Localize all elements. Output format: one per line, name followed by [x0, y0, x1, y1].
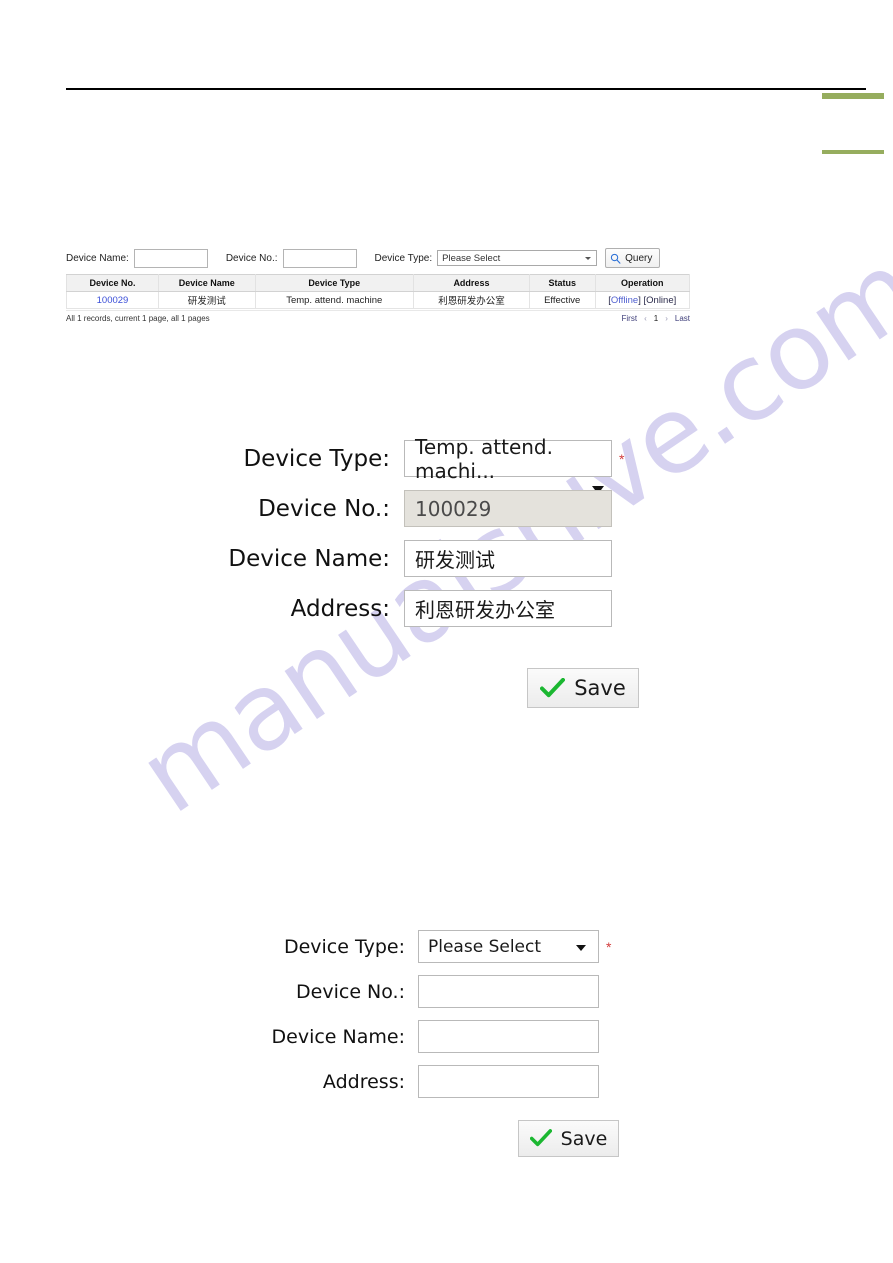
- pagination-page-1[interactable]: 1: [654, 314, 658, 323]
- edit-row-device-type: Device Type: Temp. attend. machi... *: [0, 435, 893, 483]
- pagination-summary: All 1 records, current 1 page, all 1 pag…: [66, 314, 210, 323]
- online-link[interactable]: Online: [646, 295, 673, 306]
- edit-device-type-select[interactable]: Temp. attend. machi...: [404, 435, 612, 483]
- pagination-controls: First ‹ 1 › Last: [622, 314, 690, 323]
- filter-device-name-label: Device Name:: [66, 252, 129, 264]
- new-address-input[interactable]: [418, 1065, 599, 1098]
- new-row-device-type: Device Type: Please Select *: [0, 930, 893, 963]
- accent-bar-top: [822, 93, 884, 99]
- accent-bar-bottom: [822, 150, 884, 154]
- edit-label-device-no: Device No.:: [258, 495, 390, 522]
- check-icon: [529, 1129, 552, 1148]
- edit-save-button[interactable]: Save: [527, 668, 639, 708]
- filter-device-no-input[interactable]: [282, 248, 357, 268]
- edit-save-label: Save: [574, 676, 626, 700]
- column-header-device-name: Device Name: [157, 274, 256, 292]
- edit-address-input[interactable]: 利恩研发办公室: [404, 590, 612, 627]
- new-label-device-type: Device Type:: [283, 935, 405, 958]
- chevron-down-icon: [585, 257, 592, 260]
- search-icon: [610, 253, 621, 264]
- new-label-address: Address:: [322, 1070, 405, 1093]
- new-device-type-select[interactable]: Please Select: [418, 930, 599, 963]
- column-header-device-no: Device No.: [66, 274, 159, 292]
- edit-label-device-name: Device Name:: [228, 545, 390, 572]
- column-header-operation: Operation: [594, 274, 691, 292]
- table-header-row: Device No. Device Name Device Type Addre…: [66, 274, 691, 292]
- pagination-last[interactable]: Last: [675, 314, 690, 323]
- cell-address: 利恩研发办公室: [413, 291, 530, 309]
- filter-device-type-value: Please Select: [442, 253, 501, 264]
- edit-label-device-type: Device Type:: [243, 445, 390, 472]
- cell-device-no: 100029: [66, 291, 159, 309]
- edit-device-no-input: 100029: [404, 490, 612, 527]
- edit-device-name-input[interactable]: 研发测试: [404, 540, 612, 577]
- cell-device-name: 研发测试: [157, 291, 256, 309]
- column-header-device-type: Device Type: [254, 274, 415, 292]
- edit-address-value: 利恩研发办公室: [415, 598, 555, 622]
- pagination-first[interactable]: First: [622, 314, 638, 323]
- new-device-name-input[interactable]: [418, 1020, 599, 1053]
- cell-status: Effective: [528, 291, 596, 309]
- header-rule: [66, 88, 866, 90]
- device-table: Device No. Device Name Device Type Addre…: [66, 274, 691, 309]
- required-asterisk-device-type: *: [619, 450, 625, 467]
- edit-device-no-value: 100029: [415, 496, 492, 521]
- new-save-label: Save: [560, 1127, 608, 1150]
- device-list-screen: Device Name: Device No.: Device Type: Pl…: [66, 246, 691, 323]
- column-header-status: Status: [528, 274, 596, 292]
- cell-device-type: Temp. attend. machine: [254, 291, 415, 309]
- new-label-device-no: Device No.:: [296, 980, 405, 1003]
- chevron-down-icon: [576, 945, 586, 951]
- new-device-no-input[interactable]: [418, 975, 599, 1008]
- filter-device-no-label: Device No.:: [225, 252, 278, 264]
- pagination-next[interactable]: ›: [665, 314, 668, 323]
- edit-device-type-value: Temp. attend. machi...: [415, 434, 553, 483]
- bracket-close-online: ]: [673, 294, 677, 306]
- filter-device-name-input[interactable]: [133, 248, 208, 268]
- edit-row-device-no: Device No.: 100029: [0, 490, 893, 527]
- query-button-label: Query: [625, 252, 653, 264]
- edit-row-address: Address: 利恩研发办公室: [0, 590, 893, 627]
- offline-link[interactable]: Offline: [611, 295, 638, 306]
- filter-bar: Device Name: Device No.: Device Type: Pl…: [66, 246, 690, 270]
- table-row: 100029 研发测试 Temp. attend. machine 利恩研发办公…: [66, 291, 691, 309]
- new-device-type-value: Please Select: [428, 936, 542, 957]
- new-save-button[interactable]: Save: [518, 1120, 619, 1157]
- edit-device-name-value: 研发测试: [415, 548, 495, 572]
- pagination-prev[interactable]: ‹: [644, 314, 647, 323]
- device-new-form: Device Type: Please Select * Device No.:…: [0, 930, 893, 1157]
- new-row-address: Address:: [0, 1065, 893, 1098]
- pagination-bar: All 1 records, current 1 page, all 1 pag…: [66, 310, 690, 323]
- column-header-address: Address: [413, 274, 530, 292]
- new-row-device-name: Device Name:: [0, 1020, 893, 1053]
- query-button[interactable]: Query: [605, 248, 661, 268]
- filter-device-type-label: Device Type:: [374, 252, 433, 264]
- new-row-device-no: Device No.:: [0, 975, 893, 1008]
- filter-device-type-select[interactable]: Please Select: [437, 250, 598, 266]
- check-icon: [540, 677, 566, 699]
- edit-row-device-name: Device Name: 研发测试: [0, 540, 893, 577]
- device-edit-form: Device Type: Temp. attend. machi... * De…: [0, 435, 893, 708]
- required-asterisk-device-type: *: [606, 938, 612, 955]
- bracket-close-offline: ]: [638, 294, 641, 306]
- edit-label-address: Address:: [290, 595, 390, 622]
- new-label-device-name: Device Name:: [271, 1025, 405, 1048]
- cell-operation: [Offline] [Online]: [594, 291, 691, 309]
- device-no-link[interactable]: 100029: [97, 295, 129, 306]
